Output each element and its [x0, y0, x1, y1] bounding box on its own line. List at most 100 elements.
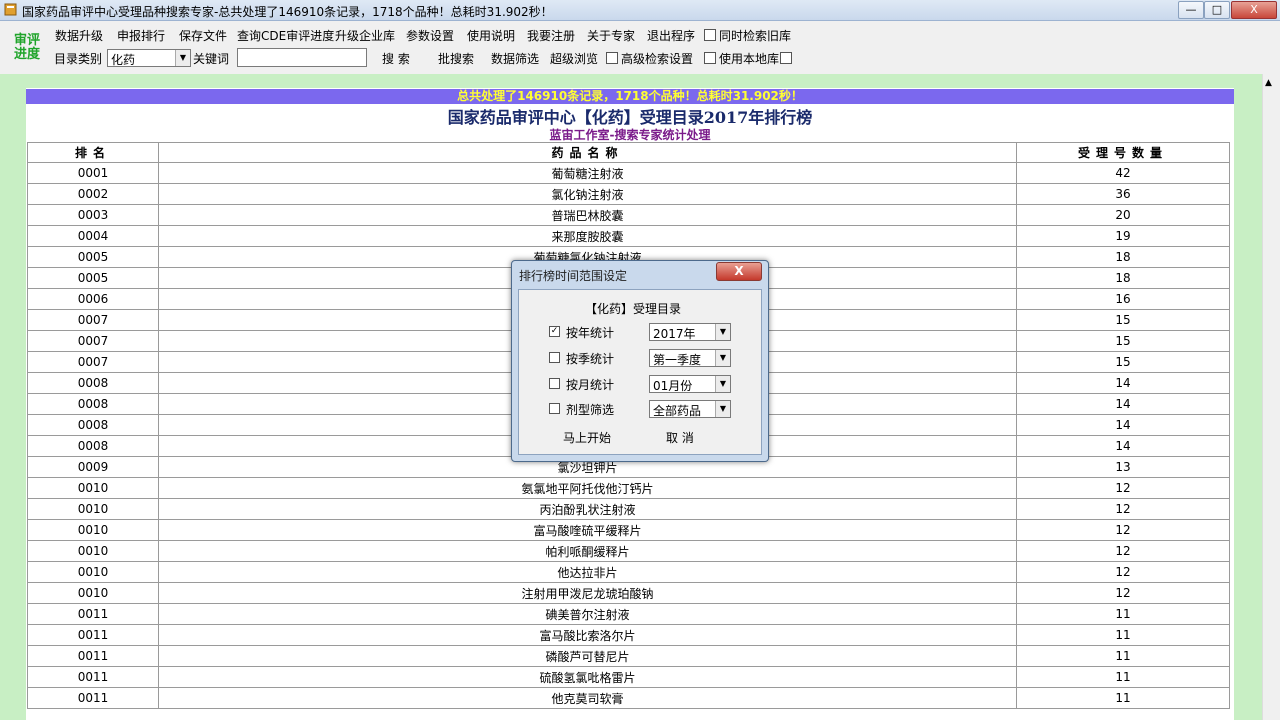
rank-cell: 0010	[27, 582, 159, 604]
count-cell: 13	[1016, 456, 1230, 478]
table-header-row: 排名 药品名称 受理号数量	[27, 142, 1230, 163]
super-browse-button[interactable]: 超级浏览	[550, 50, 598, 67]
rank-cell: 0011	[27, 666, 159, 688]
menu-upgrade-company[interactable]: 升级企业库	[335, 27, 395, 44]
count-cell: 16	[1016, 288, 1230, 310]
rank-cell: 0008	[27, 372, 159, 394]
by-quarter-checkbox[interactable]	[549, 352, 560, 363]
by-year-label: 按年统计	[566, 326, 615, 340]
category-select[interactable]: 化药 ▼	[107, 49, 191, 67]
dialog-body: 【化药】受理目录 ✓ 按年统计 2017年 ▼ 按季统计 第一季度 ▼ 按月统计…	[518, 289, 762, 455]
table-row: 0010 帕利哌酮缓释片 12	[27, 540, 1230, 562]
by-month-label: 按月统计	[566, 378, 615, 392]
category-label: 目录类别	[54, 52, 103, 66]
rank-cell: 0011	[27, 603, 159, 625]
menu-help[interactable]: 使用说明	[467, 27, 515, 44]
vertical-scrollbar[interactable]: ▲	[1262, 74, 1280, 720]
table-row: 0011 硫酸氢氯吡格雷片 11	[27, 666, 1230, 688]
count-cell: 11	[1016, 666, 1230, 688]
table-row: 0010 他达拉非片 12	[27, 561, 1230, 583]
dialog-title: 排行榜时间范围设定	[519, 269, 628, 283]
rank-cell: 0008	[27, 393, 159, 415]
scroll-up-icon[interactable]: ▲	[1265, 78, 1272, 88]
menu-save-file[interactable]: 保存文件	[179, 27, 227, 44]
window-title: 国家药品审评中心受理品种搜索专家-总共处理了146910条记录，1718个品种！…	[22, 5, 553, 19]
by-quarter-label: 按季统计	[566, 352, 615, 366]
count-cell: 11	[1016, 624, 1230, 646]
table-row: 0010 注射用甲泼尼龙琥珀酸钠 12	[27, 582, 1230, 604]
count-cell: 11	[1016, 603, 1230, 625]
report-top-margin	[0, 74, 1262, 88]
minimize-button[interactable]: —	[1178, 1, 1204, 19]
report-title: 国家药品审评中心【化药】受理目录2017年排行榜	[447, 108, 813, 127]
count-cell: 12	[1016, 561, 1230, 583]
menu-ranking[interactable]: 申报排行	[117, 27, 165, 44]
chevron-down-icon: ▼	[715, 401, 730, 417]
data-filter-button[interactable]: 数据筛选	[491, 50, 539, 67]
rank-cell: 0008	[27, 435, 159, 457]
rank-cell: 0010	[27, 540, 159, 562]
report-subtitle: 蓝宙工作室-搜索专家统计处理	[549, 128, 711, 142]
dialog-close-button[interactable]: X	[716, 262, 762, 281]
table-row: 0004 来那度胺胶囊 19	[27, 225, 1230, 247]
table-row: 0011 碘美普尔注射液 11	[27, 603, 1230, 625]
sync-old-checkbox[interactable]	[704, 29, 716, 41]
batch-search-button[interactable]: 批搜索	[438, 50, 474, 67]
report-right-margin	[1234, 74, 1262, 720]
rank-cell: 0011	[27, 645, 159, 667]
rank-cell: 0010	[27, 519, 159, 541]
drug-name-cell: 硫酸氢氯吡格雷片	[158, 666, 1017, 688]
count-cell: 14	[1016, 393, 1230, 415]
quarter-select[interactable]: 第一季度 ▼	[649, 349, 731, 367]
maximize-button[interactable]: □	[1204, 1, 1230, 19]
count-cell: 15	[1016, 351, 1230, 373]
rank-cell: 0010	[27, 477, 159, 499]
rank-cell: 0010	[27, 561, 159, 583]
drug-name-cell: 来那度胺胶囊	[158, 225, 1017, 247]
keyword-input[interactable]	[237, 48, 367, 67]
menu-about[interactable]: 关于专家	[587, 27, 635, 44]
cancel-button[interactable]: 取 消	[666, 429, 694, 446]
logo-line2: 进度	[13, 47, 40, 62]
review-progress-logo[interactable]: 审评 进度	[10, 34, 44, 62]
year-select[interactable]: 2017年 ▼	[649, 323, 731, 341]
count-cell: 11	[1016, 687, 1230, 709]
drug-name-cell: 碘美普尔注射液	[158, 603, 1017, 625]
search-button[interactable]: 搜 索	[382, 50, 410, 67]
rank-cell: 0007	[27, 309, 159, 331]
dosage-select[interactable]: 全部药品 ▼	[649, 400, 731, 418]
close-window-button[interactable]: X	[1231, 1, 1277, 19]
count-cell: 15	[1016, 309, 1230, 331]
menu-exit[interactable]: 退出程序	[647, 27, 695, 44]
menu-register[interactable]: 我要注册	[527, 27, 575, 44]
count-cell: 12	[1016, 477, 1230, 499]
count-cell: 19	[1016, 225, 1230, 247]
by-year-checkbox[interactable]: ✓	[549, 326, 560, 337]
drug-name-cell: 富马酸比索洛尔片	[158, 624, 1017, 646]
chevron-down-icon: ▼	[715, 350, 730, 366]
keyword-label: 关键词	[193, 52, 230, 66]
app-icon	[4, 3, 17, 16]
menu-query-cde[interactable]: 查询CDE审评进度	[237, 27, 334, 44]
count-cell: 42	[1016, 162, 1230, 184]
year-value: 2017年	[653, 327, 696, 341]
dosage-filter-checkbox[interactable]	[549, 403, 560, 414]
header-rank: 排名	[27, 142, 159, 163]
local-db-checkbox[interactable]	[704, 52, 716, 64]
chevron-down-icon: ▼	[715, 376, 730, 392]
rank-cell: 0001	[27, 162, 159, 184]
count-cell: 20	[1016, 204, 1230, 226]
logo-line1: 审评	[13, 33, 40, 48]
start-button[interactable]: 马上开始	[563, 429, 611, 446]
local-db-checkbox-2[interactable]	[780, 52, 792, 64]
menu-data-upgrade[interactable]: 数据升级	[55, 27, 103, 44]
local-db-label: 使用本地库	[719, 52, 780, 66]
count-cell: 11	[1016, 645, 1230, 667]
rank-cell: 0005	[27, 267, 159, 289]
advanced-search-checkbox[interactable]	[606, 52, 618, 64]
menu-settings[interactable]: 参数设置	[406, 27, 454, 44]
rank-cell: 0003	[27, 204, 159, 226]
month-select[interactable]: 01月份 ▼	[649, 375, 731, 393]
by-month-checkbox[interactable]	[549, 378, 560, 389]
month-value: 01月份	[653, 379, 693, 393]
